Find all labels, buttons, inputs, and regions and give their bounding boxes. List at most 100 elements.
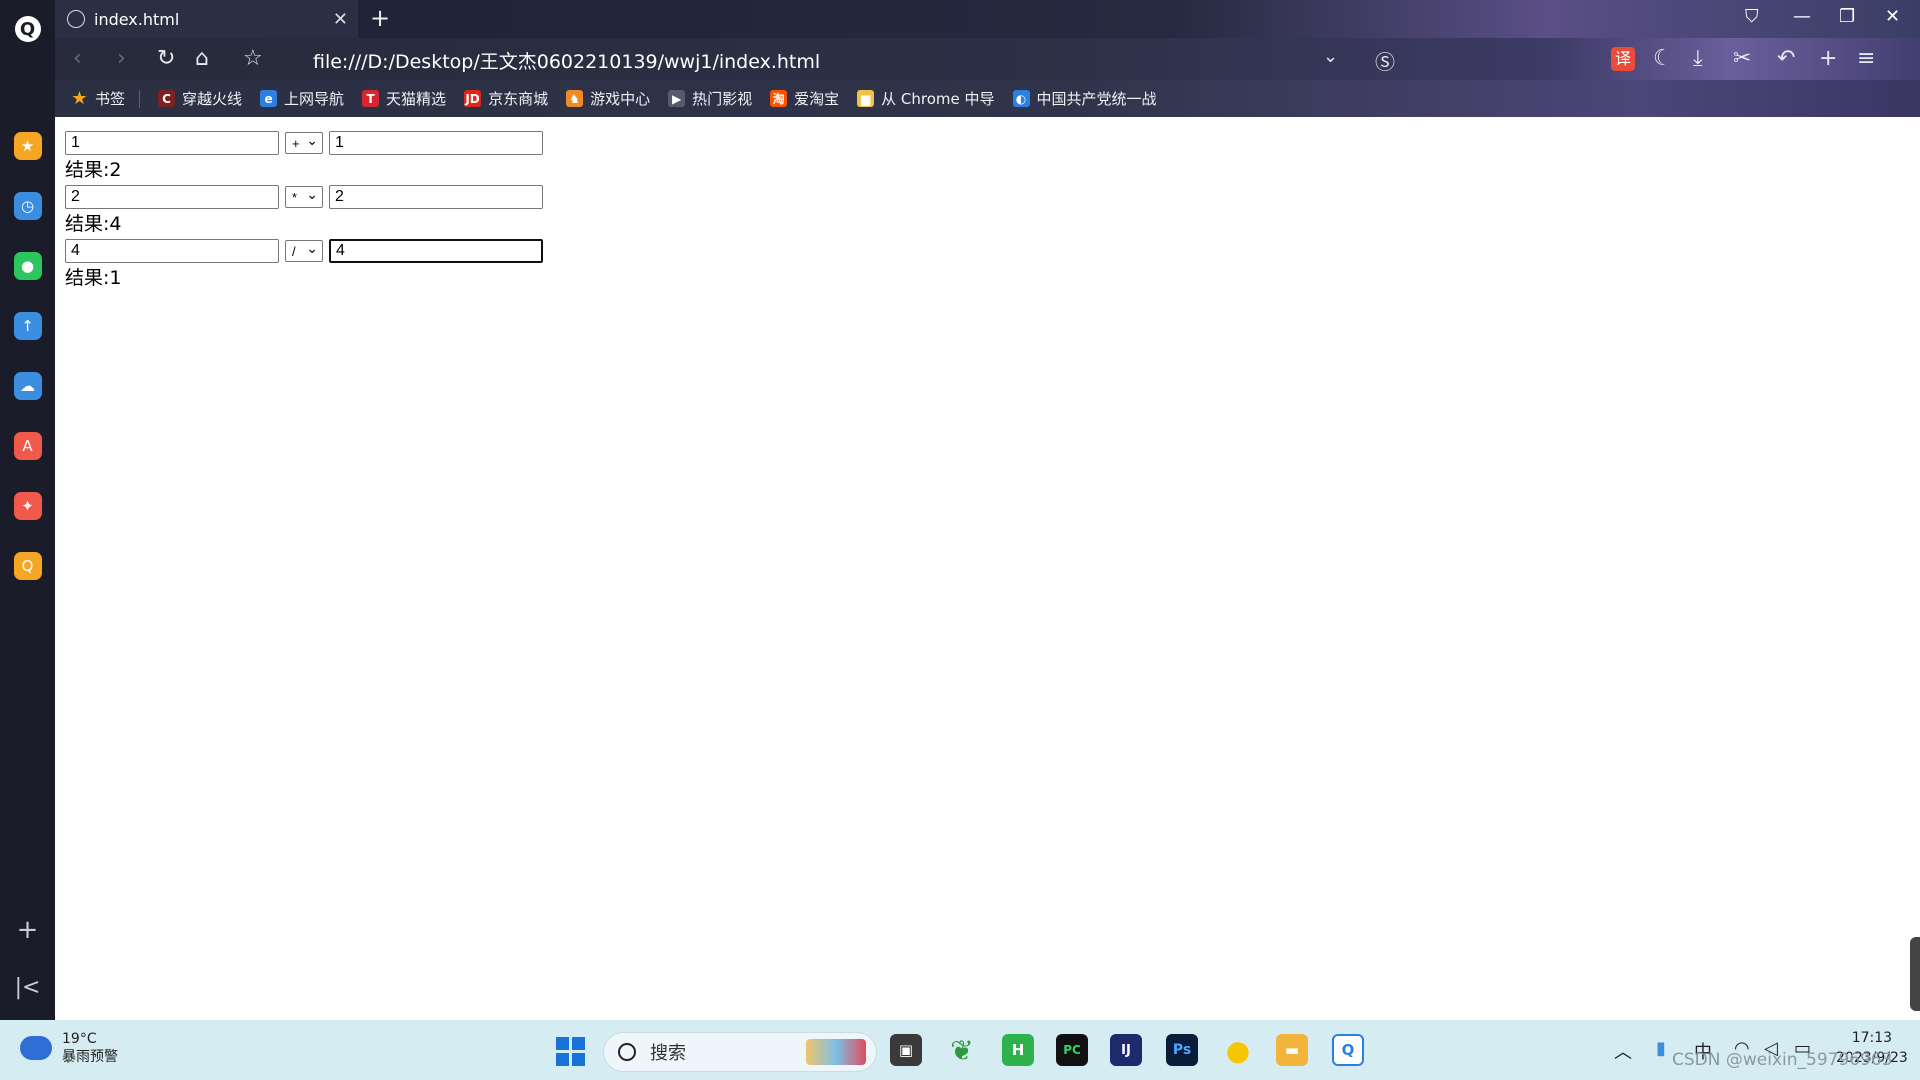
bookmark-item[interactable]: T 天猫精选 bbox=[362, 88, 446, 109]
scrollbar-handle[interactable] bbox=[1910, 937, 1920, 1011]
bookmark-item[interactable]: ▆ 从 Chrome 中导 bbox=[857, 88, 995, 109]
leaf-app-icon[interactable]: ❦ bbox=[946, 1034, 978, 1067]
screenshot-icon[interactable]: ✂ bbox=[1733, 46, 1751, 71]
bookmark-item[interactable]: e 上网导航 bbox=[260, 88, 344, 109]
rain-cloud-icon bbox=[20, 1036, 52, 1060]
address-field[interactable]: file:///D:/Desktop/王文杰0602210139/wwj1/in… bbox=[313, 47, 820, 74]
operand-b-input[interactable] bbox=[329, 131, 543, 155]
tray-expand-icon[interactable]: ︿ bbox=[1614, 1038, 1632, 1064]
photoshop-icon[interactable]: Ps bbox=[1166, 1034, 1198, 1066]
bookmark-item[interactable]: ◐ 中国共产党统一战 bbox=[1012, 88, 1157, 109]
bookmark-label: 从 Chrome 中导 bbox=[881, 90, 995, 108]
calc-row: *⌄ bbox=[65, 183, 543, 211]
bookmark-label: 穿越火线 bbox=[182, 90, 243, 108]
taskbar: 19°C 暴雨预警 搜索 ▣ ❦ H PC IJ Ps ● ▬ Q ︿ ▮ 中 … bbox=[0, 1020, 1920, 1080]
hbuilder-icon[interactable]: H bbox=[1002, 1034, 1034, 1066]
favorites-app-icon[interactable]: ★ bbox=[13, 132, 42, 160]
wechat-app-icon[interactable]: ● bbox=[13, 252, 42, 280]
home-icon[interactable]: ⌂ bbox=[195, 46, 209, 71]
upload-app-icon[interactable]: ↑ bbox=[13, 312, 42, 340]
minimize-icon[interactable]: — bbox=[1793, 6, 1811, 27]
search-highlight-image bbox=[806, 1039, 866, 1065]
forward-icon[interactable]: › bbox=[117, 46, 126, 71]
undo-close-icon[interactable]: ↶ bbox=[1777, 46, 1795, 71]
calc-result: 结果:1 bbox=[65, 267, 122, 289]
operand-a-input[interactable] bbox=[65, 185, 279, 209]
translate-app-icon[interactable]: A bbox=[13, 432, 42, 460]
operand-b-input[interactable] bbox=[329, 185, 543, 209]
chevron-down-icon: ⌄ bbox=[306, 185, 318, 202]
reload-icon[interactable]: ↻ bbox=[157, 46, 175, 71]
file-explorer-icon[interactable]: ▬ bbox=[1276, 1034, 1308, 1066]
bookmark-favicon-icon: ◐ bbox=[1012, 90, 1030, 107]
bookmark-item[interactable]: ♞ 游戏中心 bbox=[566, 88, 650, 109]
search-app-icon[interactable]: Q bbox=[13, 552, 42, 580]
clock-app-icon[interactable]: ◷ bbox=[13, 192, 42, 220]
bookmark-label: 上网导航 bbox=[284, 90, 345, 108]
bookmarks-bar: ★ 书签 C 穿越火线 e 上网导航 T 天猫精选 JD 京东商城 ♞ 游戏中心 ▶ 热门影视淘爱淘宝 ▆ 从… bbox=[55, 80, 1920, 117]
operator-value: / bbox=[292, 243, 296, 259]
bookmark-item[interactable]: C 穿越火线 bbox=[158, 88, 242, 109]
sidebar-app-list: ★ ◷ ● ↑ ☁ A ✦ Q bbox=[13, 132, 42, 580]
operand-a-input[interactable] bbox=[65, 131, 279, 155]
search-icon bbox=[618, 1043, 636, 1061]
search-engine-icon[interactable]: Ⓢ bbox=[1375, 46, 1395, 75]
new-tab-icon[interactable]: + bbox=[370, 4, 390, 32]
taskbar-search[interactable]: 搜索 bbox=[603, 1032, 877, 1072]
calc-row: +⌄ bbox=[65, 129, 543, 157]
app-sidebar: Q ★ ◷ ● ↑ ☁ A ✦ Q + |< bbox=[0, 0, 55, 1020]
bookmark-item[interactable]: ▶ 热门影视 bbox=[668, 88, 752, 109]
close-tab-icon[interactable]: ✕ bbox=[333, 9, 348, 30]
night-mode-icon[interactable]: ☾ bbox=[1653, 46, 1673, 71]
dropdown-icon[interactable]: ⌄ bbox=[1323, 46, 1338, 67]
bookmark-label: 游戏中心 bbox=[590, 90, 651, 108]
qq-browser-icon[interactable]: Q bbox=[1332, 1034, 1364, 1066]
start-button[interactable] bbox=[556, 1037, 586, 1067]
bookmark-favicon-icon: JD bbox=[464, 90, 482, 107]
task-view-icon[interactable]: ▣ bbox=[890, 1034, 922, 1066]
bookmark-favicon-icon: 淘 bbox=[770, 90, 788, 107]
pdf-app-icon[interactable]: ✦ bbox=[13, 492, 42, 520]
operand-a-input[interactable] bbox=[65, 239, 279, 263]
close-window-icon[interactable]: ✕ bbox=[1885, 6, 1900, 27]
bookmark-favicon-icon: ♞ bbox=[566, 90, 584, 107]
browser-logo-icon[interactable]: Q bbox=[14, 16, 41, 42]
operator-select[interactable]: * ⌄ bbox=[285, 186, 323, 208]
operand-b-input[interactable] bbox=[329, 239, 543, 263]
translate-badge[interactable]: 译 bbox=[1611, 47, 1635, 71]
calc-row: /⌄ bbox=[65, 237, 543, 265]
add-icon[interactable]: + bbox=[1819, 46, 1837, 71]
add-app-icon[interactable]: + bbox=[0, 915, 55, 945]
search-label: 搜索 bbox=[650, 1043, 686, 1064]
cloud-app-icon[interactable]: ☁ bbox=[13, 372, 42, 400]
globe-icon bbox=[67, 10, 85, 28]
bookmark-favicon-icon: ★ bbox=[71, 88, 88, 109]
bookmark-item[interactable]: JD 京东商城 bbox=[464, 88, 548, 109]
bookmark-item[interactable]: ★ 书签 bbox=[71, 88, 125, 109]
bookmark-star-icon[interactable]: ☆ bbox=[243, 46, 263, 71]
tab-bar: index.html ✕ + ⛉ — ❐ ✕ bbox=[55, 0, 1920, 38]
tab-index-html[interactable]: index.html ✕ bbox=[55, 0, 358, 38]
collapse-sidebar-icon[interactable]: |< bbox=[0, 975, 55, 1000]
chrome-icon[interactable]: ● bbox=[1222, 1034, 1254, 1067]
shirt-skin-icon[interactable]: ⛉ bbox=[1745, 6, 1759, 27]
tab-title: index.html bbox=[94, 9, 180, 29]
navigation-bar: ‹ › ↻ ⌂ ☆ file:///D:/Desktop/王文杰06022101… bbox=[55, 38, 1920, 80]
pycharm-icon[interactable]: PC bbox=[1056, 1034, 1088, 1066]
operator-value: * bbox=[292, 189, 298, 205]
weather-widget[interactable]: 19°C 暴雨预警 bbox=[20, 1030, 118, 1066]
bookmark-item[interactable]: 淘爱淘宝 bbox=[770, 88, 839, 109]
menu-icon[interactable]: ≡ bbox=[1857, 46, 1875, 71]
download-icon[interactable]: ⤓ bbox=[1693, 46, 1703, 71]
bookmark-label: 热门影视 bbox=[692, 90, 753, 108]
bookmark-label: 爱淘宝 bbox=[794, 90, 840, 108]
restore-icon[interactable]: ❐ bbox=[1839, 6, 1855, 27]
back-icon[interactable]: ‹ bbox=[73, 46, 82, 71]
operator-select[interactable]: + ⌄ bbox=[285, 132, 323, 154]
operator-select[interactable]: / ⌄ bbox=[285, 240, 323, 262]
bookmark-favicon-icon: ▶ bbox=[668, 90, 686, 107]
page-content: +⌄结果:2*⌄结果:4/⌄结果:1 bbox=[55, 117, 1920, 1020]
tray-app-icon[interactable]: ▮ bbox=[1656, 1038, 1666, 1059]
intellij-icon[interactable]: IJ bbox=[1110, 1034, 1142, 1066]
weather-alert: 暴雨预警 bbox=[62, 1049, 118, 1065]
